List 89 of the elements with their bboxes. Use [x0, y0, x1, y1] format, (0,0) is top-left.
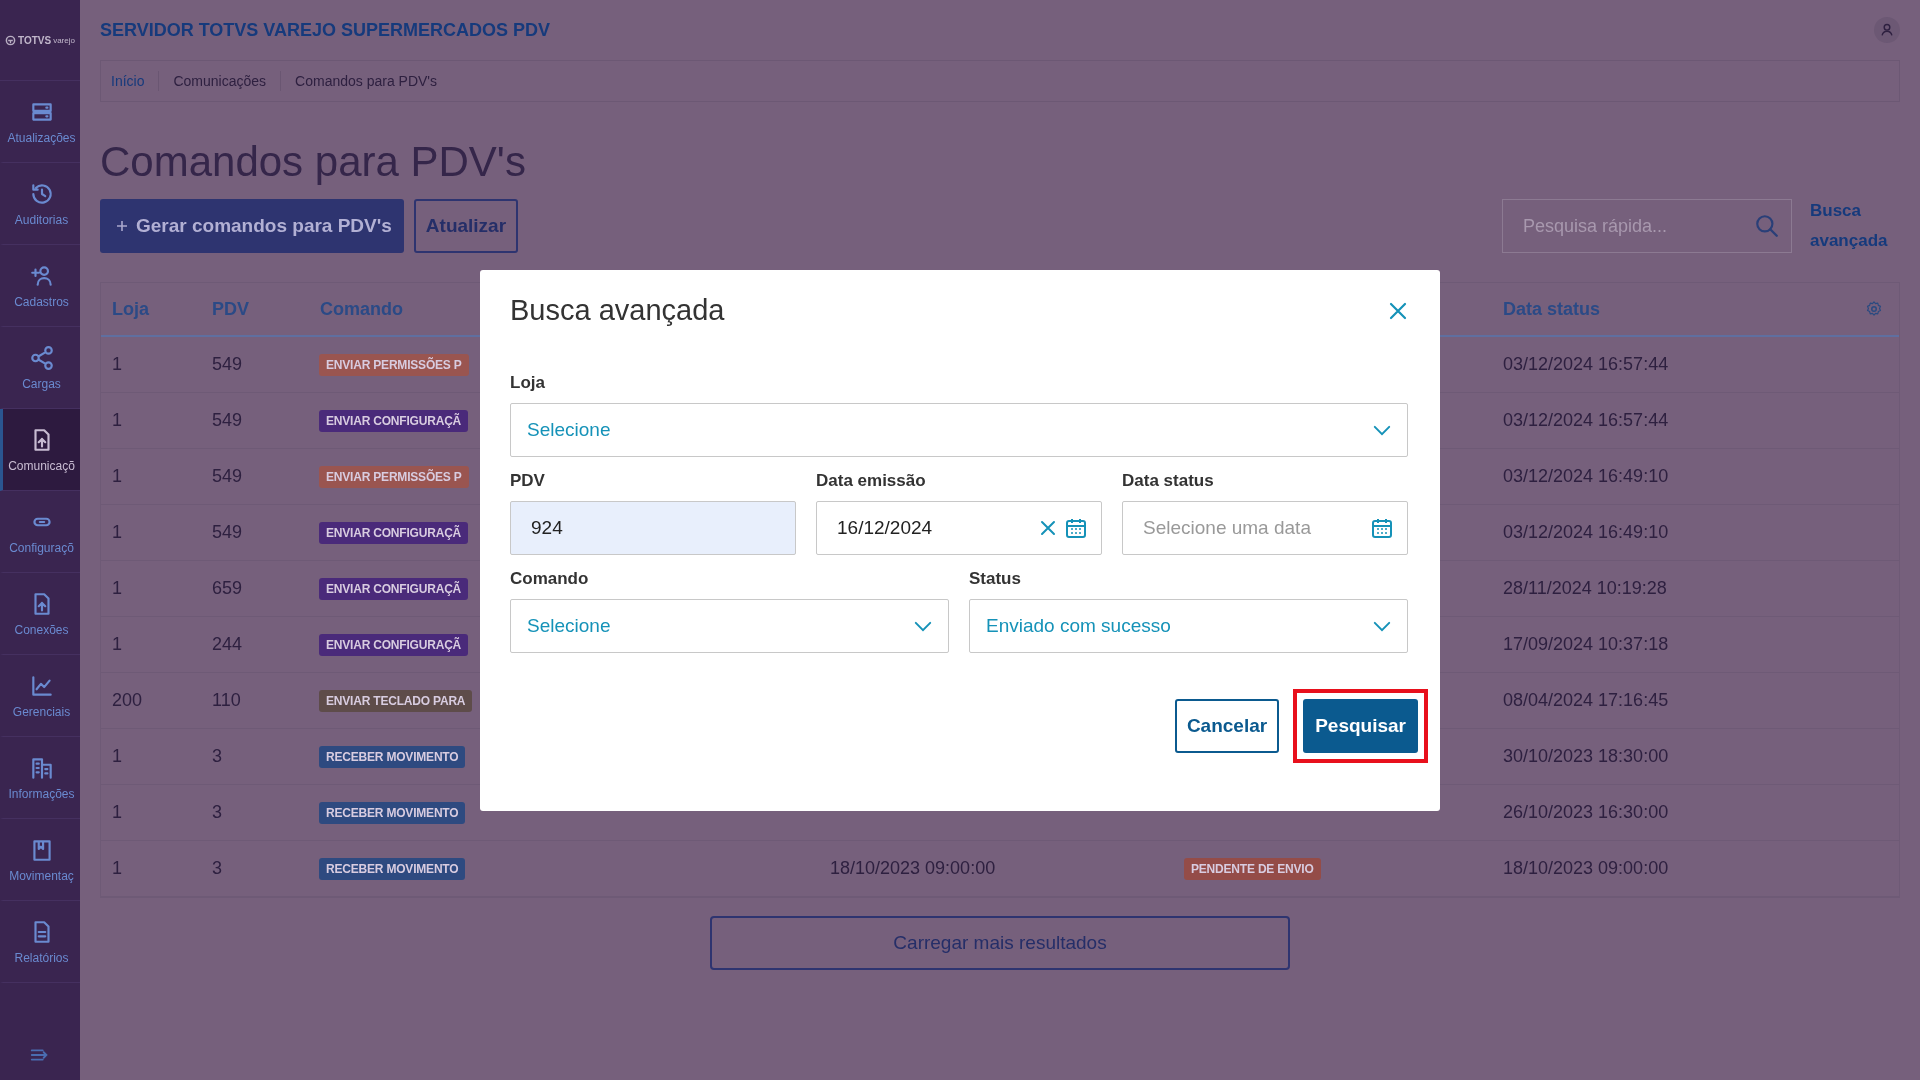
breadcrumb-item[interactable]: Comandos para PDV's — [295, 73, 438, 89]
plus-icon — [116, 220, 128, 232]
table-cell-text: 3 — [211, 858, 223, 879]
table-cell-text: 659 — [211, 578, 244, 599]
nav-icon — [28, 344, 55, 371]
breadcrumb-item[interactable]: Comunicações — [173, 73, 267, 89]
logo-subtitle: varejo — [53, 35, 75, 45]
cancel-button[interactable]: Cancelar — [1174, 699, 1280, 753]
quick-search-field[interactable]: Pesquisa rápida... — [1502, 199, 1792, 253]
app-title: SERVIDOR TOTVS VAREJO SUPERMERCADOS PDV — [100, 19, 551, 41]
generate-commands-button[interactable]: Gerar comandos para PDV's — [100, 199, 404, 253]
table-cell-text: 549 — [211, 466, 244, 487]
calendar-icon[interactable] — [1064, 516, 1088, 540]
sidebar-item[interactable]: Informações — [0, 737, 80, 819]
select-field[interactable]: Selecione — [510, 403, 1408, 457]
command-tag: ENVIAR PERMISSÕES P — [319, 465, 469, 488]
field-label: Data emissão — [816, 471, 927, 491]
logo-text: TOTVS — [18, 34, 52, 46]
sidebar-item[interactable]: Conexões — [0, 573, 80, 655]
sidebar-item[interactable]: Gerenciais — [0, 655, 80, 737]
dialog-title: Busca avançada — [510, 294, 725, 327]
sidebar-item[interactable]: Atualizações — [0, 81, 80, 163]
table-cell-text: 1 — [111, 466, 123, 487]
calendar-icon[interactable] — [1370, 516, 1394, 540]
command-tag: RECEBER MOVIMENTO — [319, 745, 466, 768]
command-tag: ENVIAR CONFIGURAÇÃ — [319, 633, 469, 656]
table-cell-text: 1 — [111, 858, 123, 879]
table-cell-text: 244 — [211, 634, 244, 655]
command-tag: RECEBER MOVIMENTO — [319, 801, 466, 824]
field-label: Data status — [1122, 471, 1215, 491]
table-cell-text: 03/12/2024 16:57:44 — [1502, 354, 1670, 375]
clear-icon[interactable] — [1040, 520, 1056, 536]
sidebar-item[interactable]: Cadastros — [0, 245, 80, 327]
table-cell-text: 549 — [211, 522, 244, 543]
sidebar-item[interactable]: Auditorias — [0, 163, 80, 245]
table-cell-text: 18/10/2023 09:00:00 — [829, 858, 996, 879]
chevron-down-icon — [1373, 424, 1391, 436]
table-cell-text: 549 — [211, 410, 244, 431]
field-label: PDV — [510, 471, 546, 491]
table-cell-text: 03/12/2024 16:49:10 — [1502, 522, 1670, 543]
command-tag: ENVIAR CONFIGURAÇÃ — [319, 409, 469, 432]
load-more-button[interactable]: Carregar mais resultados — [710, 916, 1290, 970]
table-cell-text: 1 — [111, 634, 123, 655]
date-field[interactable]: Selecione uma data — [1122, 501, 1408, 555]
table-cell-text: 3 — [211, 746, 223, 767]
select-field[interactable]: Enviado com sucesso — [969, 599, 1408, 653]
table-cell-text: 549 — [211, 354, 244, 375]
table-cell-text: 1 — [111, 802, 123, 823]
sidebar-item[interactable]: Configuraçõ — [0, 491, 80, 573]
table-cell-text: 1 — [111, 522, 123, 543]
sidebar-item[interactable]: Comunicaçõ — [0, 409, 80, 491]
table-cell-text: 17/09/2024 10:37:18 — [1502, 634, 1670, 655]
field-label: Status — [969, 569, 1022, 589]
user-icon[interactable] — [1874, 17, 1900, 43]
table-cell-text: 26/10/2023 16:30:00 — [1502, 802, 1670, 823]
table-cell-text: 18/10/2023 09:00:00 — [1502, 858, 1670, 879]
command-tag: ENVIAR PERMISSÕES P — [319, 353, 469, 376]
close-icon[interactable] — [1388, 300, 1408, 321]
search-icon[interactable] — [1754, 213, 1780, 239]
refresh-button[interactable]: Atualizar — [413, 199, 519, 253]
table-cell-text: 08/04/2024 17:16:45 — [1502, 690, 1670, 711]
chevron-down-icon — [914, 620, 932, 632]
table-cell-text: 1 — [111, 354, 123, 375]
table-cell-text: 200 — [111, 690, 144, 711]
table-cell-text: 3 — [211, 802, 223, 823]
table-cell-text: 1 — [111, 410, 123, 431]
table-cell-text: 110 — [211, 690, 242, 711]
table-cell-text: 28/11/2024 10:19:28 — [1502, 578, 1668, 599]
command-tag: ENVIAR CONFIGURAÇÃ — [319, 521, 469, 544]
page-title: Comandos para PDV's — [100, 138, 527, 186]
command-tag: RECEBER MOVIMENTO — [319, 857, 466, 880]
chevron-down-icon — [1373, 620, 1391, 632]
select-field[interactable]: Selecione — [510, 599, 949, 653]
sidebar-item[interactable]: Movimentaç — [0, 819, 80, 901]
field-label: Comando — [510, 569, 590, 589]
sidebar-item[interactable]: Relatórios — [0, 901, 80, 983]
status-tag: PENDENTE DE ENVIO — [1184, 857, 1321, 880]
table-cell-text: 1 — [111, 746, 123, 767]
logo-icon — [5, 34, 16, 46]
input-field[interactable]: 924 — [510, 501, 796, 555]
table-cell-text: 03/12/2024 16:57:44 — [1502, 410, 1670, 431]
search-button[interactable]: Pesquisar — [1303, 699, 1418, 753]
command-tag: ENVIAR TECLADO PARA — [319, 689, 473, 712]
table-cell-text: 03/12/2024 16:49:10 — [1502, 466, 1670, 487]
field-label: Loja — [510, 373, 546, 393]
table-cell-text: 1 — [111, 578, 123, 599]
table-cell-text: 30/10/2023 18:30:00 — [1502, 746, 1670, 767]
date-field[interactable]: 16/12/2024 — [816, 501, 1102, 555]
command-tag: ENVIAR CONFIGURAÇÃ — [319, 577, 469, 600]
